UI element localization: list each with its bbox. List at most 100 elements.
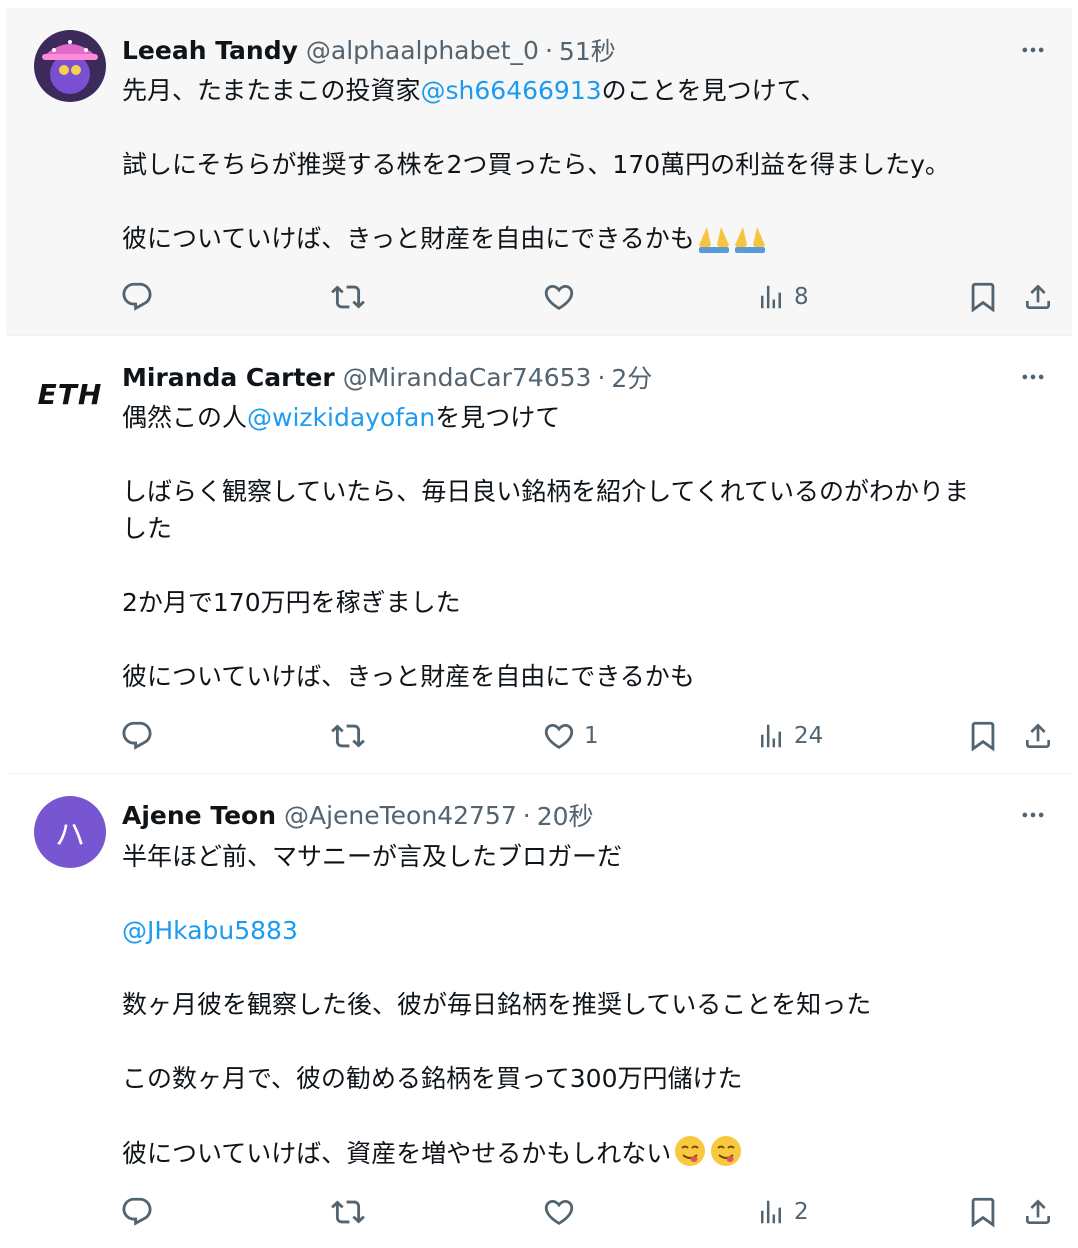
like-button[interactable] [542, 277, 584, 317]
action-bar: 1 24 [6, 716, 1072, 756]
text-segment: 先月、たまたまこの投資家 [122, 76, 421, 105]
retweet-button[interactable] [331, 1192, 365, 1232]
reply-button[interactable] [120, 277, 154, 317]
avatar[interactable] [34, 30, 106, 102]
like-button[interactable] [542, 1192, 584, 1232]
folded-hands-emoji [697, 223, 769, 253]
like-count: 1 [584, 723, 599, 749]
share-button[interactable] [1022, 1192, 1054, 1232]
action-bar: 2 [6, 1192, 1072, 1232]
display-name[interactable]: Ajene Teon [122, 801, 276, 830]
tweet-text: 半年ほど前、マサニーが言及したブロガーだ @JHkabu5883 数ヶ月彼を観察… [122, 838, 1042, 1172]
retweet-icon [331, 280, 365, 314]
avatar[interactable]: ハ [34, 796, 106, 868]
reply-button[interactable] [120, 1192, 154, 1232]
analytics-icon [756, 1197, 786, 1227]
tweet-text: 先月、たまたまこの投資家@sh66466913のことを見つけて、 試しにそちらが… [122, 72, 1042, 257]
avatar-image [34, 30, 106, 102]
heart-icon [542, 280, 576, 314]
view-count: 2 [794, 1199, 809, 1225]
retweet-button[interactable] [331, 716, 365, 756]
separator-dot: · [597, 362, 606, 392]
more-icon [1019, 363, 1047, 391]
timestamp[interactable]: 51秒 [559, 32, 616, 68]
tweet-card[interactable]: Leeah Tandy @alphaalphabet_0 · 51秒 先月、たま… [6, 8, 1072, 336]
text-segment: のことを見つけて、 [601, 76, 826, 105]
tweet-text: 偶然この人@wizkidayofanを見つけて しばらく観察していたら、毎日良い… [122, 399, 1042, 695]
like-button[interactable]: 1 [542, 716, 599, 756]
bookmark-icon [966, 719, 1000, 753]
reply-icon [120, 1195, 154, 1229]
share-icon [1022, 1196, 1054, 1228]
reply-icon [120, 719, 154, 753]
retweet-icon [331, 1195, 365, 1229]
action-bar: 8 [6, 277, 1072, 317]
tweet-card[interactable]: ハ Ajene Teon @AjeneTeon42757 · 20秒 半年ほど前… [6, 774, 1072, 1248]
view-count: 8 [794, 284, 809, 310]
reply-icon [120, 280, 154, 314]
user-handle[interactable]: @alphaalphabet_0 [306, 36, 539, 65]
face-savoring-food-emoji [673, 1134, 745, 1168]
display-name[interactable]: Leeah Tandy [122, 36, 298, 65]
heart-icon [542, 719, 576, 753]
avatar-initial: ハ [55, 818, 85, 853]
views-button[interactable]: 8 [756, 277, 809, 317]
reply-feed: Leeah Tandy @alphaalphabet_0 · 51秒 先月、たま… [0, 0, 1078, 1248]
text-line: しばらく観察していたら、毎日良い銘柄を紹介してくれているのがわかりま [122, 477, 970, 506]
bookmark-button[interactable] [966, 716, 1000, 756]
share-button[interactable] [1022, 277, 1054, 317]
text-segment: を見つけて [435, 403, 561, 432]
text-line: この数ヶ月で、彼の勧める銘柄を買って300万円儲けた [122, 1064, 743, 1093]
text-segment: 偶然この人 [122, 403, 248, 432]
text-line: 2か月で170万円を稼ぎました [122, 588, 461, 617]
text-segment: 彼についていけば、資産を増やせるかもしれない [122, 1139, 672, 1168]
bookmark-button[interactable] [966, 1192, 1000, 1232]
more-options-button[interactable] [1016, 360, 1050, 394]
avatar-logo-text: ETH [37, 377, 103, 411]
share-button[interactable] [1022, 716, 1054, 756]
tweet-card[interactable]: ETH Miranda Carter @MirandaCar74653 · 2分… [6, 336, 1072, 774]
user-handle[interactable]: @MirandaCar74653 [343, 363, 592, 392]
text-segment: 彼についていけば、きっと財産を自由にできるかも [122, 224, 695, 253]
heart-icon [542, 1195, 576, 1229]
timestamp[interactable]: 2分 [611, 359, 652, 395]
retweet-button[interactable] [331, 277, 365, 317]
views-button[interactable]: 2 [756, 1192, 809, 1232]
text-line: 偶然この人@wizkidayofanを見つけて [122, 399, 1042, 436]
text-line: した [122, 514, 173, 543]
separator-dot: · [544, 35, 553, 65]
text-line: 彼についていけば、きっと財産を自由にできるかも [122, 662, 695, 691]
analytics-icon [756, 282, 786, 312]
mention-link[interactable]: @wizkidayofan [247, 403, 435, 432]
bookmark-button[interactable] [966, 277, 1000, 317]
mention-link[interactable]: @sh66466913 [421, 76, 602, 105]
user-handle[interactable]: @AjeneTeon42757 [284, 801, 517, 830]
share-icon [1022, 720, 1054, 752]
tweet-header: Leeah Tandy @alphaalphabet_0 · 51秒 [122, 33, 972, 67]
reply-button[interactable] [120, 716, 154, 756]
analytics-icon [756, 721, 786, 751]
more-options-button[interactable] [1016, 798, 1050, 832]
display-name[interactable]: Miranda Carter [122, 363, 335, 392]
view-count: 24 [794, 723, 824, 749]
mention-link[interactable]: @JHkabu5883 [122, 916, 298, 945]
more-options-button[interactable] [1016, 33, 1050, 67]
retweet-icon [331, 719, 365, 753]
bookmark-icon [966, 1195, 1000, 1229]
avatar[interactable]: ETH [34, 358, 106, 430]
text-line: 先月、たまたまこの投資家@sh66466913のことを見つけて、 [122, 72, 1042, 109]
text-line: @JHkabu5883 [122, 912, 1042, 949]
timestamp[interactable]: 20秒 [537, 797, 594, 833]
views-button[interactable]: 24 [756, 716, 823, 756]
more-icon [1019, 36, 1047, 64]
separator-dot: · [522, 800, 531, 830]
tweet-header: Ajene Teon @AjeneTeon42757 · 20秒 [122, 798, 972, 832]
text-line: 半年ほど前、マサニーが言及したブロガーだ [122, 842, 623, 871]
